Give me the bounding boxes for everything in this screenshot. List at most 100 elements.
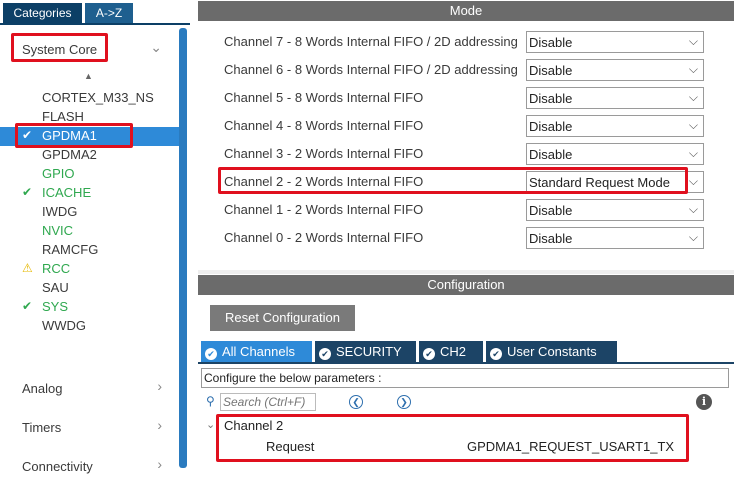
mode-row-label: Channel 6 - 8 Words Internal FIFO / 2D a… bbox=[224, 62, 518, 77]
tab-security-label: SECURITY bbox=[336, 344, 402, 359]
mode-row: Channel 0 - 2 Words Internal FIFO Disable… bbox=[198, 226, 734, 250]
mode-select[interactable]: Disable ⌵ bbox=[526, 115, 704, 137]
peripheral-item-label: SYS bbox=[42, 299, 69, 314]
check-icon: ✔ bbox=[22, 185, 33, 199]
mode-select-value: Disable bbox=[529, 63, 573, 78]
peripheral-item[interactable]: RAMCFG bbox=[0, 241, 180, 260]
highlight-system-core bbox=[11, 33, 108, 62]
category-timers[interactable]: Timers › bbox=[10, 414, 170, 440]
peripheral-item-label: WWDG bbox=[42, 318, 87, 333]
section-divider bbox=[198, 270, 734, 274]
peripheral-item-label: GPIO bbox=[42, 166, 75, 181]
chevron-right-icon: › bbox=[157, 417, 162, 433]
chevron-down-icon: ⌵ bbox=[688, 118, 698, 132]
mode-select-value: Disable bbox=[529, 231, 573, 246]
category-timers-label: Timers bbox=[22, 420, 62, 435]
mode-row-label: Channel 3 - 2 Words Internal FIFO bbox=[224, 146, 424, 161]
chevron-down-icon: ⌵ bbox=[688, 174, 698, 188]
chevron-down-icon: ⌄ bbox=[150, 39, 162, 55]
chevron-down-icon: ⌵ bbox=[688, 202, 698, 216]
peripheral-item-label: RAMCFG bbox=[42, 242, 99, 257]
configuration-header: Configuration bbox=[198, 275, 734, 295]
mode-select[interactable]: Disable ⌵ bbox=[526, 199, 704, 221]
right-panel: Mode Channel 7 - 8 Words Internal FIFO /… bbox=[198, 0, 734, 477]
peripheral-item-label: FLASH bbox=[42, 109, 84, 124]
parameters-text: Configure the below parameters : bbox=[204, 371, 382, 385]
tab-user-constants-label: User Constants bbox=[507, 344, 597, 359]
search-input[interactable] bbox=[220, 393, 316, 411]
chevron-down-icon[interactable]: ⌄ bbox=[206, 418, 215, 431]
category-connectivity-label: Connectivity bbox=[22, 459, 93, 474]
chevron-right-icon: › bbox=[157, 456, 162, 472]
mode-row: Channel 1 - 2 Words Internal FIFO Disable… bbox=[198, 198, 734, 222]
peripheral-item[interactable]: ✔ ICACHE bbox=[0, 184, 180, 203]
peripheral-item[interactable]: NVIC bbox=[0, 222, 180, 241]
warning-icon: ⚠ bbox=[22, 261, 33, 275]
mode-select-value: Disable bbox=[529, 119, 573, 134]
peripheral-item[interactable]: WWDG bbox=[0, 317, 180, 336]
check-icon: ✔ bbox=[22, 299, 33, 313]
check-circle-icon: ✔ bbox=[423, 348, 435, 360]
tab-security[interactable]: ✔ SECURITY bbox=[315, 341, 416, 362]
mode-select[interactable]: Disable ⌵ bbox=[526, 31, 704, 53]
chevron-down-icon: ⌵ bbox=[688, 34, 698, 48]
mode-row: Channel 6 - 8 Words Internal FIFO / 2D a… bbox=[198, 58, 734, 82]
mode-header: Mode bbox=[198, 1, 734, 21]
mode-select[interactable]: Disable ⌵ bbox=[526, 143, 704, 165]
category-connectivity[interactable]: Connectivity › bbox=[10, 453, 170, 479]
mode-row: Channel 3 - 2 Words Internal FIFO Disable… bbox=[198, 142, 734, 166]
peripheral-item-label: SAU bbox=[42, 280, 69, 295]
mode-select-value: Disable bbox=[529, 91, 573, 106]
tab-ch2[interactable]: ✔ CH2 bbox=[419, 341, 483, 362]
sort-up-icon[interactable]: ▲ bbox=[84, 71, 93, 81]
check-circle-icon: ✔ bbox=[205, 348, 217, 360]
peripheral-item[interactable]: CORTEX_M33_NS bbox=[0, 89, 180, 108]
tabs-underline bbox=[198, 362, 734, 364]
tab-all-channels-label: All Channels bbox=[222, 344, 295, 359]
peripheral-item[interactable]: GPIO bbox=[0, 165, 180, 184]
highlight-channel-2 bbox=[218, 167, 688, 194]
mode-select-value: Disable bbox=[529, 147, 573, 162]
mode-row-label: Channel 7 - 8 Words Internal FIFO / 2D a… bbox=[224, 34, 518, 49]
tab-user-constants[interactable]: ✔ User Constants bbox=[486, 341, 617, 362]
tab-categories[interactable]: Categories bbox=[3, 3, 82, 23]
mode-select[interactable]: Disable ⌵ bbox=[526, 59, 704, 81]
peripheral-item[interactable]: ✔ SYS bbox=[0, 298, 180, 317]
chevron-down-icon: ⌵ bbox=[688, 62, 698, 76]
mode-row-label: Channel 5 - 8 Words Internal FIFO bbox=[224, 90, 424, 105]
mode-select-value: Disable bbox=[529, 203, 573, 218]
peripheral-item[interactable]: ⚠ RCC bbox=[0, 260, 180, 279]
peripheral-item-label: CORTEX_M33_NS bbox=[42, 90, 154, 105]
peripheral-item[interactable]: IWDG bbox=[0, 203, 180, 222]
next-match-icon[interactable]: ❯ bbox=[397, 395, 411, 409]
mode-row: Channel 5 - 8 Words Internal FIFO Disable… bbox=[198, 86, 734, 110]
tab-a-to-z[interactable]: A->Z bbox=[85, 3, 133, 23]
peripheral-item[interactable]: GPDMA2 bbox=[0, 146, 180, 165]
chevron-down-icon: ⌵ bbox=[688, 146, 698, 160]
info-icon[interactable]: i bbox=[696, 394, 712, 410]
highlight-request bbox=[216, 414, 689, 462]
peripheral-item[interactable]: SAU bbox=[0, 279, 180, 298]
mode-select[interactable]: Disable ⌵ bbox=[526, 227, 704, 249]
tab-all-channels[interactable]: ✔ All Channels bbox=[201, 341, 312, 362]
mode-select[interactable]: Disable ⌵ bbox=[526, 87, 704, 109]
peripheral-item-label: ICACHE bbox=[42, 185, 92, 200]
reset-configuration-button[interactable]: Reset Configuration bbox=[210, 305, 355, 331]
left-scrollbar[interactable] bbox=[179, 28, 187, 468]
search-box: ⚲ bbox=[206, 393, 316, 412]
tab-underline bbox=[0, 23, 190, 25]
mode-row-label: Channel 4 - 8 Words Internal FIFO bbox=[224, 118, 424, 133]
previous-match-icon[interactable]: ❮ bbox=[349, 395, 363, 409]
left-panel: Categories A->Z System Core ⌄ ▲ CORTEX_M… bbox=[0, 0, 190, 477]
mode-select-value: Disable bbox=[529, 35, 573, 50]
parameters-description: Configure the below parameters : bbox=[201, 368, 729, 388]
category-analog[interactable]: Analog › bbox=[10, 375, 170, 401]
mode-row-label: Channel 1 - 2 Words Internal FIFO bbox=[224, 202, 424, 217]
chevron-right-icon: › bbox=[157, 378, 162, 394]
peripheral-item-label: RCC bbox=[42, 261, 71, 276]
check-circle-icon: ✔ bbox=[319, 348, 331, 360]
category-analog-label: Analog bbox=[22, 381, 63, 396]
mode-row: Channel 4 - 8 Words Internal FIFO Disable… bbox=[198, 114, 734, 138]
highlight-gpdma1 bbox=[15, 123, 133, 148]
search-icon: ⚲ bbox=[206, 394, 215, 408]
